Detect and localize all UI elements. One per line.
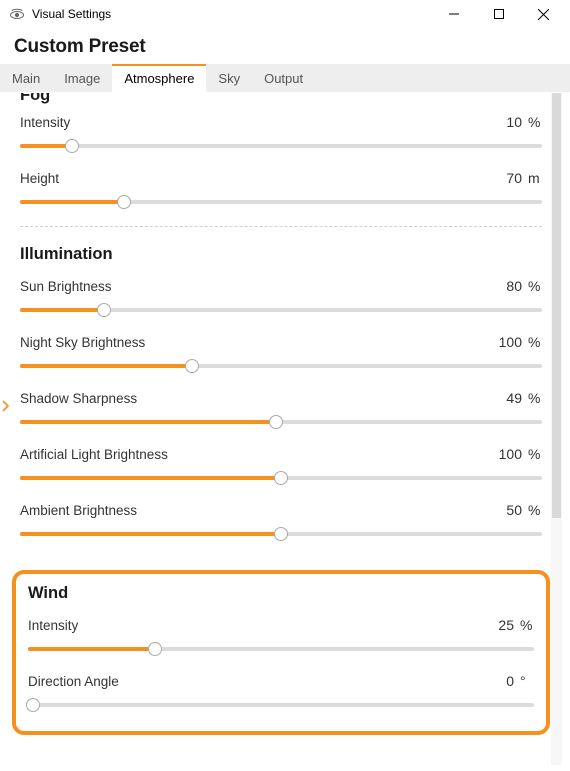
slider-thumb[interactable] (185, 359, 199, 373)
slider-track[interactable] (20, 470, 542, 486)
section-title-wind: Wind (20, 574, 542, 607)
scrollbar-vertical[interactable] (551, 93, 562, 765)
maximize-button[interactable] (476, 0, 521, 28)
slider-wind-intensity: Intensity 25 % (20, 607, 542, 657)
section-title-fog: Fog (12, 93, 550, 104)
slider-thumb[interactable] (117, 195, 131, 209)
expand-panel-icon[interactable] (0, 398, 10, 414)
slider-unit: ° (520, 673, 534, 689)
slider-track[interactable] (20, 414, 542, 430)
slider-ambient-brightness: Ambient Brightness 50 % (12, 492, 550, 542)
slider-thumb[interactable] (97, 303, 111, 317)
tab-label: Atmosphere (124, 71, 194, 86)
window-title: Visual Settings (32, 7, 431, 21)
slider-unit: m (528, 170, 542, 186)
slider-track[interactable] (20, 302, 542, 318)
slider-fog-height: Height 70 m (12, 160, 550, 210)
slider-track[interactable] (20, 138, 542, 154)
slider-unit: % (528, 390, 542, 406)
tab-sky[interactable]: Sky (206, 64, 252, 92)
slider-label: Night Sky Brightness (20, 335, 145, 350)
tab-label: Main (12, 71, 40, 86)
slider-label: Height (20, 171, 59, 186)
slider-track[interactable] (28, 641, 534, 657)
slider-value: 50 (496, 502, 522, 518)
slider-sun-brightness: Sun Brightness 80 % (12, 268, 550, 318)
slider-track[interactable] (20, 194, 542, 210)
tab-image[interactable]: Image (52, 64, 112, 92)
window-controls (431, 0, 566, 28)
slider-unit: % (528, 278, 542, 294)
tab-output[interactable]: Output (252, 64, 315, 92)
slider-fog-intensity: Intensity 10 % (12, 104, 550, 154)
slider-thumb[interactable] (65, 139, 79, 153)
section-title-illumination: Illumination (12, 233, 550, 268)
slider-label: Ambient Brightness (20, 503, 137, 518)
slider-value: 10 (496, 114, 522, 130)
close-button[interactable] (521, 0, 566, 28)
tab-main[interactable]: Main (0, 64, 52, 92)
slider-label: Sun Brightness (20, 279, 112, 294)
slider-thumb[interactable] (274, 471, 288, 485)
slider-track[interactable] (20, 358, 542, 374)
slider-label: Artificial Light Brightness (20, 447, 168, 462)
scrollbar-thumb[interactable] (552, 93, 561, 518)
slider-track[interactable] (20, 526, 542, 542)
tab-atmosphere[interactable]: Atmosphere (112, 64, 206, 92)
slider-label: Intensity (20, 115, 70, 130)
tab-label: Sky (218, 71, 240, 86)
minimize-button[interactable] (431, 0, 476, 28)
slider-label: Direction Angle (28, 674, 119, 689)
slider-unit: % (528, 446, 542, 462)
slider-value: 100 (496, 446, 522, 462)
slider-unit: % (528, 502, 542, 518)
page-title: Custom Preset (0, 28, 570, 64)
slider-value: 100 (496, 334, 522, 350)
slider-label: Shadow Sharpness (20, 391, 137, 406)
settings-content: Fog Intensity 10 % Height 70 m (12, 93, 562, 771)
slider-value: 49 (496, 390, 522, 406)
slider-unit: % (528, 334, 542, 350)
slider-value: 0 (488, 673, 514, 689)
tab-bar: Main Image Atmosphere Sky Output (0, 64, 570, 92)
slider-unit: % (528, 114, 542, 130)
slider-thumb[interactable] (274, 527, 288, 541)
slider-track[interactable] (28, 697, 534, 713)
slider-label: Intensity (28, 618, 78, 633)
slider-value: 80 (496, 278, 522, 294)
slider-thumb[interactable] (26, 698, 40, 712)
slider-thumb[interactable] (269, 415, 283, 429)
slider-value: 25 (488, 617, 514, 633)
slider-unit: % (520, 617, 534, 633)
slider-value: 70 (496, 170, 522, 186)
window-titlebar: Visual Settings (0, 0, 570, 28)
tab-label: Output (264, 71, 303, 86)
slider-artificial-light-brightness: Artificial Light Brightness 100 % (12, 436, 550, 486)
slider-wind-direction-angle: Direction Angle 0 ° (20, 663, 542, 713)
tab-label: Image (64, 71, 100, 86)
section-wind-highlighted: Wind Intensity 25 % Direction Ang (12, 570, 550, 735)
slider-thumb[interactable] (148, 642, 162, 656)
slider-shadow-sharpness: Shadow Sharpness 49 % (12, 380, 550, 430)
slider-night-sky-brightness: Night Sky Brightness 100 % (12, 324, 550, 374)
section-divider (20, 226, 542, 227)
eye-app-icon (8, 5, 26, 23)
